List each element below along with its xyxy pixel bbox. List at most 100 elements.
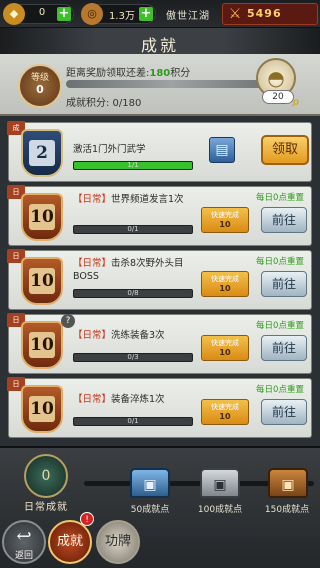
quick-complete-cost: 10 xyxy=(219,284,231,293)
task-progress-text: 0/8 xyxy=(127,289,139,297)
goto-button[interactable]: 前往 xyxy=(261,207,307,233)
task-progress-text: 1/1 xyxy=(127,161,139,169)
treasure-chest-icon[interactable]: ▣ xyxy=(268,468,308,498)
quick-complete-button[interactable]: 快速完成 10 xyxy=(201,399,249,425)
goto-button[interactable]: 前往 xyxy=(261,399,307,425)
task-level: 10 xyxy=(29,396,55,422)
level-label: 等级 xyxy=(30,73,49,83)
daily-tag: 【日常】 xyxy=(73,330,112,341)
quick-complete-cost: 10 xyxy=(219,220,231,229)
add-copper-button[interactable]: + xyxy=(139,7,153,21)
copper-coin-icon: ◎ xyxy=(81,3,103,25)
quick-complete-cost: 10 xyxy=(219,412,231,421)
score-line: 成就积分: 0/180 xyxy=(66,98,142,109)
task-level: 10 xyxy=(29,268,55,294)
task-progress-bar: 0/8 xyxy=(73,289,193,298)
claim-button[interactable]: 领取 xyxy=(261,135,309,165)
task-card: 日 10 【日常】世界频道发言1次 0/1 快速完成 10 每日0点重置 前往 xyxy=(7,185,312,246)
martial-art-book-icon: ▤ xyxy=(209,137,235,163)
task-title-text: 世界频道发言1次 xyxy=(111,194,184,205)
reset-note: 每日0点重置 xyxy=(256,193,304,203)
task-card: 日 10 ? 【日常】洗练装备3次 0/3 快速完成 10 每日0点重置 前往 xyxy=(7,313,312,374)
back-arrow-icon: ↩ xyxy=(16,526,32,547)
quick-complete-label: 快速完成 xyxy=(211,275,239,283)
chest-label: 50成就点 xyxy=(130,505,170,515)
level-value: 0 xyxy=(36,83,44,96)
resource-ingot: ◆ 0 + xyxy=(3,3,74,25)
resource-copper-value: 1.3万 xyxy=(109,11,135,22)
task-progress-text: 0/1 xyxy=(127,225,139,233)
task-card: 成 2 激活1门外门武学 1/1 ▤ 领取 xyxy=(7,121,312,182)
realm-name: 傲世江湖 xyxy=(166,11,210,22)
combat-power: ⚔ 5496 xyxy=(222,3,318,25)
task-progress-bar: 1/1 xyxy=(73,161,193,170)
task-progress-text: 0/3 xyxy=(127,353,139,361)
goto-button[interactable]: 前往 xyxy=(261,335,307,361)
task-title-text: 装备淬炼1次 xyxy=(111,394,165,405)
task-title-text: 激活1门外门武学 xyxy=(73,144,146,155)
resource-ingot-value: 0 xyxy=(38,7,46,18)
task-title: 【日常】世界频道发言1次 xyxy=(73,193,193,206)
notification-badge: ! xyxy=(80,512,94,526)
resource-copper: ◎ 1.3万 + xyxy=(81,3,156,25)
daily-tag: 【日常】 xyxy=(73,258,112,269)
task-level-icon: 10 xyxy=(21,193,63,241)
task-title-text: 洗练装备3次 xyxy=(111,330,165,341)
task-level: 10 xyxy=(29,204,55,230)
task-level-icon: 2 xyxy=(21,129,63,177)
task-list[interactable]: 成 2 激活1门外门武学 1/1 ▤ 领取 日 10 【日常】世界频道发言1次 … xyxy=(0,118,320,444)
reset-note: 每日0点重置 xyxy=(256,257,304,267)
reset-note: 每日0点重置 xyxy=(256,321,304,331)
daily-achievement-emblem: 0 xyxy=(24,454,68,498)
chest-label: 150成就点 xyxy=(264,505,310,515)
title-band: 成就 xyxy=(0,28,320,55)
next-reward-suffix: 积分 xyxy=(170,68,191,79)
quick-complete-button[interactable]: 快速完成 10 xyxy=(201,335,249,361)
reset-note: 每日0点重置 xyxy=(256,385,304,395)
treasure-chest-icon[interactable]: ▣ xyxy=(200,468,240,498)
daily-tag: 【日常】 xyxy=(73,394,112,405)
task-card: 日 10 【日常】装备淬炼1次 0/1 快速完成 10 每日0点重置 前往 xyxy=(7,377,312,438)
add-ingot-button[interactable]: + xyxy=(57,7,71,21)
task-card: 日 10 【日常】击杀8次野外头目BOSS 0/8 快速完成 10 每日0点重置… xyxy=(7,249,312,310)
task-level: 10 xyxy=(29,332,55,358)
task-level-icon: 10 xyxy=(21,385,63,433)
quick-complete-button[interactable]: 快速完成 10 xyxy=(201,207,249,233)
task-title: 激活1门外门武学 xyxy=(73,143,193,156)
combat-power-value: 5496 xyxy=(247,7,282,20)
quick-complete-label: 快速完成 xyxy=(211,339,239,347)
task-progress-bar: 0/3 xyxy=(73,353,193,362)
next-reward-points: 180 xyxy=(149,68,171,79)
score-progress-strip xyxy=(66,80,276,88)
daily-achievement-label: 日常成就 xyxy=(24,502,68,513)
merit-button[interactable]: 功牌 xyxy=(96,520,140,564)
coin-stack-icon: ◆ xyxy=(3,3,25,25)
back-label: 返回 xyxy=(14,551,33,561)
page-title: 成就 xyxy=(140,36,179,55)
quick-complete-cost: 10 xyxy=(219,348,231,357)
quick-complete-label: 快速完成 xyxy=(211,211,239,219)
task-progress-bar: 0/1 xyxy=(73,417,193,426)
achievements-button[interactable]: 成就 xyxy=(48,520,92,564)
goto-button[interactable]: 前往 xyxy=(261,271,307,297)
task-progress-text: 0/1 xyxy=(127,417,139,425)
quick-complete-button[interactable]: 快速完成 10 xyxy=(201,271,249,297)
treasure-chest-icon[interactable]: ▣ xyxy=(130,468,170,498)
top-resource-bar: ◆ 0 + ◎ 1.3万 + 傲世江湖 ⚔ 5496 xyxy=(0,0,320,28)
task-level-icon: 10 xyxy=(21,257,63,305)
crossed-swords-icon: ⚔ xyxy=(228,6,242,22)
next-reward-text: 距离奖励领取还差:180积分 xyxy=(66,64,190,79)
achievement-level-badge: 等级 0 xyxy=(18,64,62,108)
daily-tag: 【日常】 xyxy=(73,194,112,205)
task-title: 【日常】击杀8次野外头目BOSS xyxy=(73,257,193,283)
task-title: 【日常】洗练装备3次 xyxy=(73,329,193,342)
task-level: 2 xyxy=(29,140,55,166)
chest-label: 100成就点 xyxy=(197,505,243,515)
quick-complete-label: 快速完成 xyxy=(211,403,239,411)
task-title: 【日常】装备淬炼1次 xyxy=(73,393,193,406)
task-level-icon: 10 xyxy=(21,321,63,369)
magnifier-icon[interactable]: ⌕ xyxy=(288,94,304,110)
task-progress-bar: 0/1 xyxy=(73,225,193,234)
next-reward-prefix: 距离奖励领取还差: xyxy=(66,68,150,79)
help-icon[interactable]: ? xyxy=(61,314,75,328)
